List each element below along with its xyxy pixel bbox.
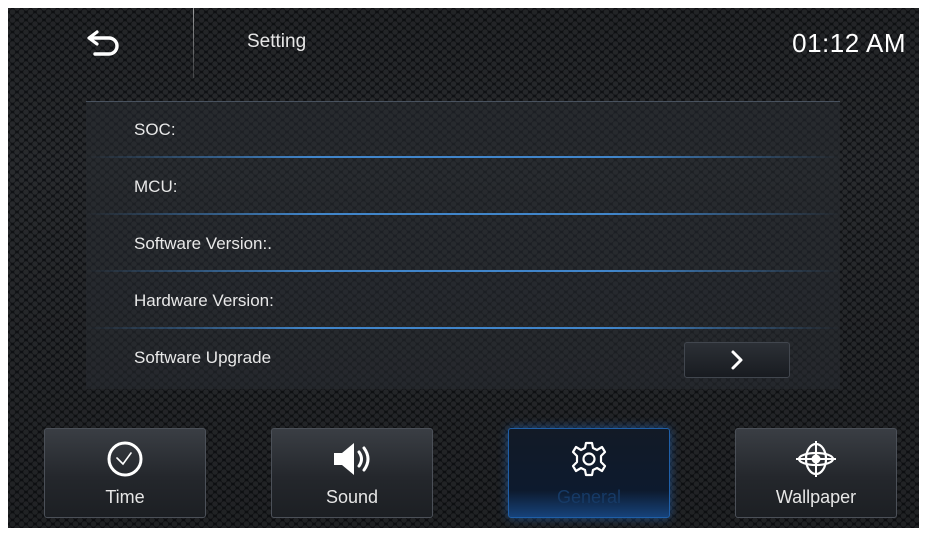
tab-time-label: Time [105,487,145,507]
clock-icon [107,441,143,477]
back-button[interactable] [66,22,140,66]
tab-sound-label: Sound [325,487,379,507]
clock: 01:12 AM [792,28,906,58]
tab-sound[interactable]: Sound [271,428,433,518]
row-divider [86,156,840,158]
soc-label: SOC: [134,120,176,139]
speaker-icon [334,443,370,475]
software-upgrade-button[interactable] [684,342,790,378]
info-row-hardware-version: Hardware Version: [86,273,840,329]
hardware-version-label: Hardware Version: [134,291,274,310]
gear-icon [571,441,607,477]
info-row-soc: SOC: [86,102,840,158]
tab-general[interactable]: General [508,428,670,518]
system-info-panel: SOC: MCU: Software Version:. Hardware Ve… [86,101,840,389]
chevron-right-icon [731,350,743,370]
bottom-tab-bar: Time Sound General Wallpaper [8,426,919,528]
row-divider [86,213,840,215]
info-row-software-version: Software Version:. [86,216,840,272]
back-arrow-icon [87,30,119,56]
row-divider [86,270,840,272]
tab-wallpaper[interactable]: Wallpaper [735,428,897,518]
tab-wallpaper-label: Wallpaper [775,487,857,507]
info-row-mcu: MCU: [86,159,840,215]
software-version-label: Software Version:. [134,234,272,253]
settings-screen: Setting 01:12 AM SOC: MCU: Software Vers… [8,8,919,528]
header-divider [193,8,194,78]
info-row-software-upgrade[interactable]: Software Upgrade [86,330,840,386]
tab-time[interactable]: Time [44,428,206,518]
page-title: Setting [247,31,307,52]
row-divider [86,327,840,329]
software-upgrade-label: Software Upgrade [134,348,272,367]
tab-general-label: General [556,487,622,507]
top-bar: Setting 01:12 AM [8,8,919,80]
mcu-label: MCU: [134,177,178,196]
wallpaper-icon [796,441,836,477]
